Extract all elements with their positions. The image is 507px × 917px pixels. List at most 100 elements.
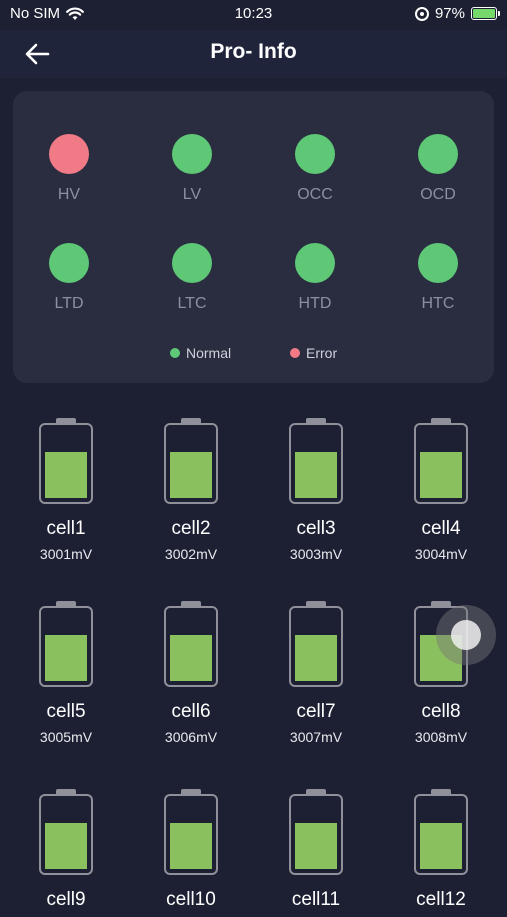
- battery-level-fill: [170, 823, 212, 869]
- cell-name: cell9: [46, 889, 86, 910]
- cell-voltage: 3004mV: [414, 546, 468, 562]
- cell-battery-icon: [39, 789, 93, 875]
- protection-label: HTD: [298, 295, 332, 312]
- cell-card[interactable]: cell4 3004mV: [386, 418, 496, 562]
- protection-item-occ: OCC: [270, 134, 360, 204]
- protection-label: OCD: [420, 186, 456, 203]
- protection-item-hv: HV: [24, 134, 114, 204]
- protection-label: HTC: [421, 295, 455, 312]
- status-dot-icon: [418, 243, 458, 283]
- battery-level-fill: [45, 823, 87, 869]
- battery-level-fill: [420, 452, 462, 498]
- battery-level-fill: [420, 823, 462, 869]
- cell-battery-icon: [289, 418, 343, 504]
- battery-body: [164, 606, 218, 687]
- battery-body: [414, 423, 468, 504]
- battery-icon: [471, 7, 500, 20]
- cell-card[interactable]: cell1 3001mV: [11, 418, 121, 562]
- battery-level-fill: [295, 452, 337, 498]
- cell-name: cell4: [421, 518, 461, 539]
- cell-battery-icon: [39, 601, 93, 687]
- battery-body: [414, 794, 468, 875]
- cell-card[interactable]: cell12: [386, 789, 496, 917]
- cell-voltage: 3007mV: [289, 729, 343, 745]
- protection-label: LV: [182, 186, 202, 203]
- battery-level-fill: [170, 452, 212, 498]
- protection-item-ocd: OCD: [393, 134, 483, 204]
- battery-percent: 97%: [434, 5, 465, 22]
- cell-voltage: 3006mV: [164, 729, 218, 745]
- assistive-touch-button[interactable]: [436, 605, 496, 665]
- status-dot-icon: [418, 134, 458, 174]
- protection-item-ltd: LTD: [24, 243, 114, 313]
- cell-card[interactable]: cell11: [261, 789, 371, 917]
- battery-level-fill: [45, 635, 87, 681]
- battery-body: [164, 423, 218, 504]
- cell-name: cell1: [46, 518, 86, 539]
- protection-label: OCC: [297, 186, 333, 203]
- protection-item-lv: LV: [147, 134, 237, 204]
- cell-card[interactable]: cell10: [136, 789, 246, 917]
- status-dot-icon: [295, 134, 335, 174]
- legend-normal-label: Normal: [186, 345, 232, 361]
- error-dot-icon: [290, 348, 300, 358]
- status-dot-icon: [172, 134, 212, 174]
- battery-level-fill: [295, 823, 337, 869]
- protection-item-ltc: LTC: [147, 243, 237, 313]
- legend: Normal Error: [13, 345, 494, 365]
- cell-name: cell12: [416, 889, 466, 910]
- legend-normal: Normal: [170, 345, 231, 361]
- cell-name: cell11: [291, 889, 341, 910]
- cell-battery-icon: [289, 789, 343, 875]
- protection-label: LTC: [177, 295, 207, 312]
- cell-card[interactable]: cell7 3007mV: [261, 601, 371, 745]
- cell-voltage: 3001mV: [39, 546, 93, 562]
- cell-voltage: 3003mV: [289, 546, 343, 562]
- protection-panel: HV LV OCC OCD LTD LTC HTD HTC Normal Error: [13, 91, 494, 383]
- status-dot-icon: [49, 243, 89, 283]
- protection-label: LTD: [54, 295, 84, 312]
- cell-card[interactable]: cell6 3006mV: [136, 601, 246, 745]
- battery-body: [164, 794, 218, 875]
- status-dot-icon: [295, 243, 335, 283]
- cell-name: cell6: [171, 701, 211, 722]
- cell-name: cell8: [421, 701, 461, 722]
- orientation-lock-icon: [414, 6, 429, 21]
- cell-name: cell10: [166, 889, 216, 910]
- legend-error-label: Error: [306, 345, 338, 361]
- cell-name: cell7: [296, 701, 336, 722]
- cell-voltage: 3008mV: [414, 729, 468, 745]
- battery-level-fill: [295, 635, 337, 681]
- legend-error: Error: [290, 345, 337, 361]
- cell-name: cell3: [296, 518, 336, 539]
- cell-battery-icon: [289, 601, 343, 687]
- battery-body: [289, 423, 343, 504]
- battery-body: [289, 794, 343, 875]
- normal-dot-icon: [170, 348, 180, 358]
- status-right: 97%: [414, 5, 500, 22]
- cell-card[interactable]: cell9: [11, 789, 121, 917]
- battery-body: [39, 794, 93, 875]
- status-dot-icon: [49, 134, 89, 174]
- cell-card[interactable]: cell2 3002mV: [136, 418, 246, 562]
- cell-battery-icon: [414, 789, 468, 875]
- battery-body: [289, 606, 343, 687]
- battery-body: [39, 423, 93, 504]
- cell-battery-icon: [164, 789, 218, 875]
- cell-battery-icon: [39, 418, 93, 504]
- battery-level-fill: [170, 635, 212, 681]
- nav-header: Pro- Info: [0, 30, 507, 78]
- cell-name: cell5: [46, 701, 86, 722]
- protection-item-htc: HTC: [393, 243, 483, 313]
- protection-label: HV: [57, 186, 81, 203]
- status-dot-icon: [172, 243, 212, 283]
- cell-battery-icon: [414, 418, 468, 504]
- battery-level-fill: [45, 452, 87, 498]
- protection-item-htd: HTD: [270, 243, 360, 313]
- cell-battery-icon: [164, 418, 218, 504]
- cell-card[interactable]: cell5 3005mV: [11, 601, 121, 745]
- page-title: Pro- Info: [210, 40, 297, 63]
- cell-battery-icon: [164, 601, 218, 687]
- cell-card[interactable]: cell3 3003mV: [261, 418, 371, 562]
- cell-voltage: 3005mV: [39, 729, 93, 745]
